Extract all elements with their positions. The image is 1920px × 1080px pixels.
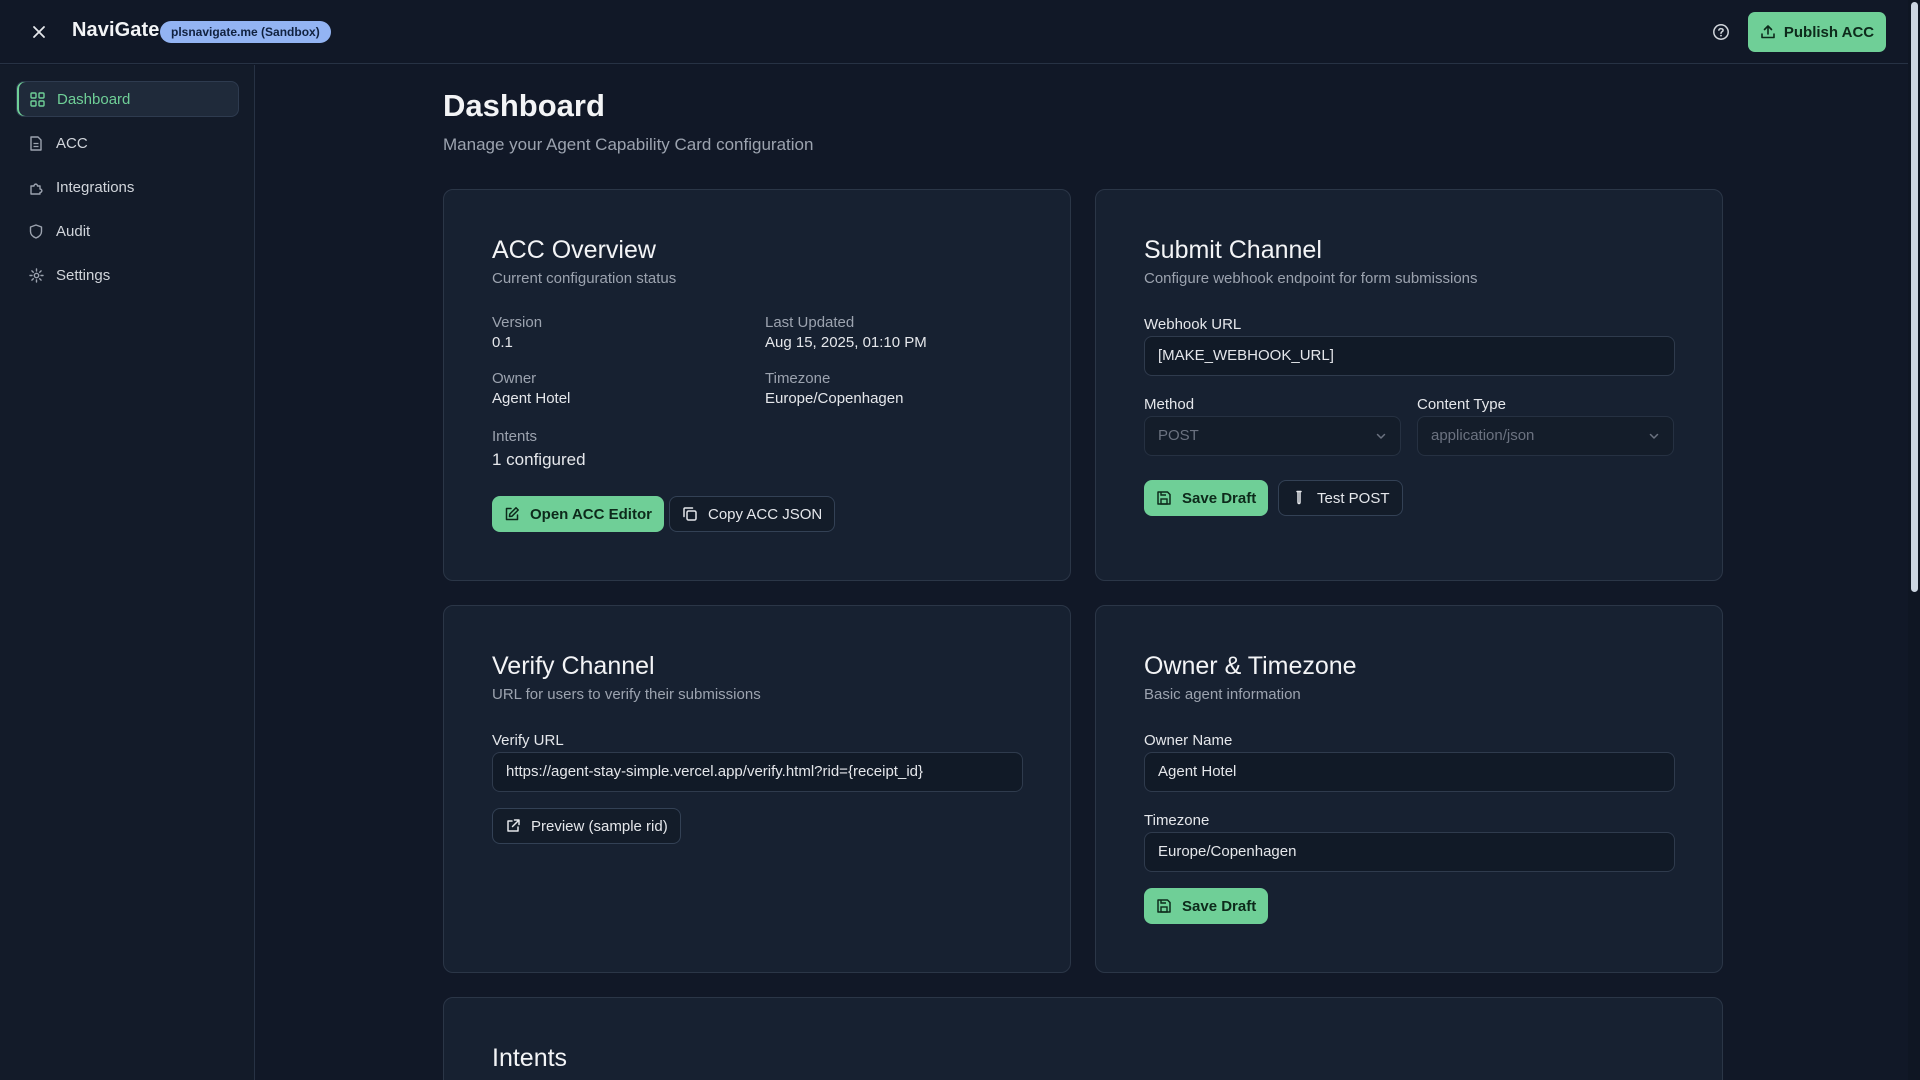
sidebar-item-label: Dashboard bbox=[57, 90, 131, 108]
publish-acc-button[interactable]: Publish ACC bbox=[1748, 12, 1886, 52]
upload-icon bbox=[1761, 25, 1775, 39]
card-title: Submit Channel bbox=[1144, 236, 1322, 264]
webhook-url-label: Webhook URL bbox=[1144, 316, 1242, 333]
save-draft-button[interactable]: Save Draft bbox=[1144, 480, 1269, 516]
document-icon bbox=[28, 135, 44, 151]
copy-icon bbox=[683, 507, 697, 521]
button-label: Preview (sample rid) bbox=[531, 817, 668, 835]
top-bar: NaviGate plsnavigate.me (Sandbox) Publis… bbox=[0, 0, 1908, 64]
last-updated-value: Aug 15, 2025, 01:10 PM bbox=[765, 334, 927, 351]
external-link-icon bbox=[507, 819, 520, 832]
acc-overview-card: ACC Overview Current configuration statu… bbox=[443, 189, 1071, 581]
scrollbar[interactable] bbox=[1908, 0, 1920, 1080]
card-description: URL for users to verify their submission… bbox=[492, 686, 761, 703]
owner-name-label: Owner Name bbox=[1144, 732, 1233, 749]
page-subtitle: Manage your Agent Capability Card config… bbox=[443, 135, 814, 154]
card-description: Configure webhook endpoint for form subm… bbox=[1144, 270, 1478, 287]
sidebar: Dashboard ACC Integrations Audit Setting… bbox=[0, 65, 255, 1080]
verify-channel-card: Verify Channel URL for users to verify t… bbox=[443, 605, 1071, 973]
intents-card: Intents bbox=[443, 997, 1723, 1080]
sidebar-item-label: ACC bbox=[56, 134, 88, 152]
chevron-down-icon bbox=[1376, 433, 1386, 439]
last-updated-label: Last Updated bbox=[765, 314, 855, 331]
sidebar-item-label: Settings bbox=[56, 266, 111, 284]
scrollbar-thumb[interactable] bbox=[1911, 2, 1918, 592]
intents-label: Intents bbox=[492, 428, 538, 445]
timezone-input[interactable]: Europe/Copenhagen bbox=[1144, 832, 1675, 872]
sidebar-item-settings[interactable]: Settings bbox=[16, 257, 239, 293]
help-icon[interactable] bbox=[1710, 21, 1732, 43]
card-description: Current configuration status bbox=[492, 270, 677, 287]
method-select[interactable]: POST bbox=[1144, 416, 1401, 456]
open-acc-editor-button[interactable]: Open ACC Editor bbox=[492, 496, 664, 532]
close-icon[interactable] bbox=[28, 21, 50, 43]
owner-label: Owner bbox=[492, 370, 537, 387]
content-type-value: application/json bbox=[1431, 427, 1535, 444]
sidebar-item-dashboard[interactable]: Dashboard bbox=[16, 81, 239, 117]
save-draft-button[interactable]: Save Draft bbox=[1144, 888, 1269, 924]
timezone-label: Timezone bbox=[765, 370, 831, 387]
timezone-label: Timezone bbox=[1144, 812, 1210, 829]
sidebar-item-acc[interactable]: ACC bbox=[16, 125, 239, 161]
version-value: 0.1 bbox=[492, 334, 513, 351]
test-tube-icon bbox=[1296, 490, 1302, 505]
publish-label: Publish ACC bbox=[1783, 23, 1875, 41]
puzzle-icon bbox=[28, 179, 44, 195]
intents-value: 1 configured bbox=[492, 450, 586, 469]
button-label: Save Draft bbox=[1182, 489, 1257, 507]
method-label: Method bbox=[1144, 396, 1195, 413]
page-title: Dashboard bbox=[443, 88, 605, 123]
card-description: Basic agent information bbox=[1144, 686, 1301, 703]
card-title: Verify Channel bbox=[492, 652, 655, 680]
sidebar-item-label: Integrations bbox=[56, 178, 135, 196]
copy-acc-json-button[interactable]: Copy ACC JSON bbox=[669, 496, 836, 532]
method-value: POST bbox=[1158, 427, 1199, 444]
shield-icon bbox=[28, 223, 44, 239]
owner-name-input[interactable]: Agent Hotel bbox=[1144, 752, 1675, 792]
test-post-button[interactable]: Test POST bbox=[1278, 480, 1403, 516]
verify-url-label: Verify URL bbox=[492, 732, 564, 749]
edit-icon bbox=[505, 507, 519, 521]
sidebar-item-integrations[interactable]: Integrations bbox=[16, 169, 239, 205]
preview-button[interactable]: Preview (sample rid) bbox=[492, 808, 681, 844]
card-title: ACC Overview bbox=[492, 236, 656, 264]
environment-badge: plsnavigate.me (Sandbox) bbox=[160, 21, 331, 43]
owner-timezone-card: Owner & Timezone Basic agent information… bbox=[1095, 605, 1723, 973]
dashboard-icon bbox=[29, 91, 45, 107]
gear-icon bbox=[28, 267, 44, 283]
save-icon bbox=[1157, 899, 1171, 913]
owner-value: Agent Hotel bbox=[492, 390, 571, 407]
content-type-select[interactable]: application/json bbox=[1417, 416, 1674, 456]
button-label: Open ACC Editor bbox=[530, 505, 652, 523]
button-label: Save Draft bbox=[1182, 897, 1257, 915]
content-type-label: Content Type bbox=[1417, 396, 1506, 413]
chevron-down-icon bbox=[1649, 433, 1659, 439]
verify-url-input[interactable]: https://agent-stay-simple.vercel.app/ver… bbox=[492, 752, 1023, 792]
button-label: Copy ACC JSON bbox=[708, 505, 823, 523]
webhook-url-input[interactable]: [MAKE_WEBHOOK_URL] bbox=[1144, 336, 1675, 376]
button-label: Test POST bbox=[1317, 489, 1390, 507]
version-label: Version bbox=[492, 314, 543, 331]
app-title: NaviGate bbox=[72, 19, 160, 41]
sidebar-item-label: Audit bbox=[56, 222, 91, 240]
submit-channel-card: Submit Channel Configure webhook endpoin… bbox=[1095, 189, 1723, 581]
card-title: Owner & Timezone bbox=[1144, 652, 1357, 680]
save-icon bbox=[1157, 491, 1171, 505]
card-title: Intents bbox=[492, 1044, 568, 1072]
timezone-value: Europe/Copenhagen bbox=[765, 390, 904, 407]
sidebar-item-audit[interactable]: Audit bbox=[16, 213, 239, 249]
